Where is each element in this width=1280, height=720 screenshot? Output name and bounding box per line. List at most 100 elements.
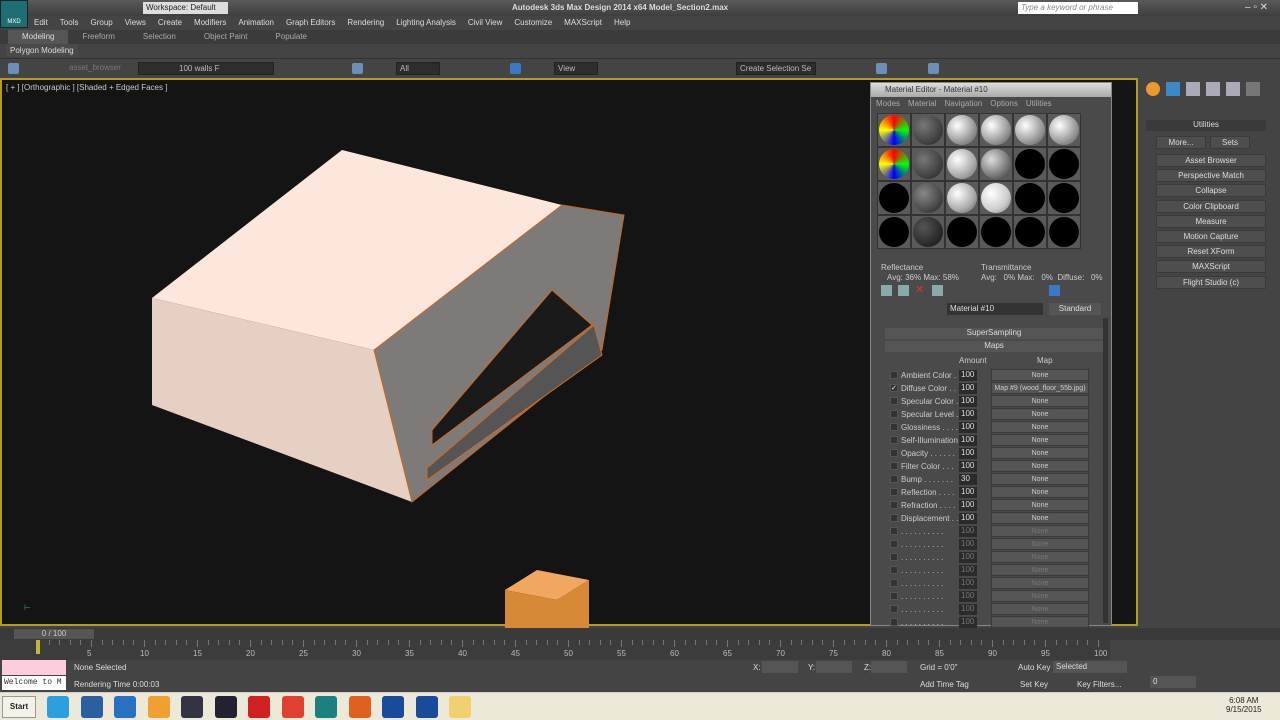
material-type-button[interactable]: Standard <box>1049 303 1101 315</box>
map-slot-button[interactable]: None <box>991 395 1089 407</box>
polygon-modeling-tab[interactable]: Polygon Modeling <box>6 44 78 57</box>
sets-button[interactable]: Sets <box>1210 136 1250 149</box>
hp-icon[interactable] <box>80 696 103 718</box>
supersampling-rollout[interactable]: SuperSampling <box>885 328 1103 339</box>
create-tab-icon[interactable] <box>1146 82 1160 96</box>
add-time-tag[interactable]: Add Time Tag <box>920 680 969 689</box>
sample-slot[interactable] <box>911 181 945 215</box>
time-slider-thumb[interactable]: 0 / 100 <box>14 629 94 639</box>
ribbon-tab-object-paint[interactable]: Object Paint <box>190 30 262 44</box>
clock[interactable]: 6:08 AM 9/15/2015 <box>1226 696 1262 714</box>
app-logo-button[interactable]: MXD <box>0 0 28 28</box>
ribbon-tab-freeform[interactable]: Freeform <box>68 30 128 44</box>
map-slot-button[interactable]: None <box>991 369 1089 381</box>
select-move-icon[interactable] <box>510 63 521 74</box>
sample-slot[interactable] <box>945 147 979 181</box>
map-enable-checkbox[interactable] <box>890 540 898 548</box>
map-enable-checkbox[interactable] <box>890 423 898 431</box>
show-map-icon[interactable] <box>1049 285 1060 296</box>
map-amount-spinner[interactable]: 100 <box>959 435 977 446</box>
map-enable-checkbox[interactable] <box>890 371 898 379</box>
search-input[interactable]: Type a keyword or phrase <box>1018 2 1138 14</box>
map-enable-checkbox[interactable] <box>890 618 898 626</box>
menu-views[interactable]: Views <box>119 16 152 30</box>
material-menu-options[interactable]: Options <box>990 99 1018 108</box>
sample-slot[interactable] <box>911 113 945 147</box>
map-slot-button[interactable]: None <box>991 564 1089 576</box>
file-explorer-icon[interactable] <box>449 696 471 718</box>
menu-maxscript[interactable]: MAXScript <box>558 16 608 30</box>
mudbox-icon[interactable] <box>181 696 203 718</box>
map-enable-checkbox[interactable] <box>890 410 898 418</box>
checkmark-app-icon[interactable] <box>114 696 136 718</box>
firefox-icon[interactable] <box>348 696 371 718</box>
sample-slot[interactable] <box>979 147 1013 181</box>
map-slot-button[interactable]: None <box>991 408 1089 420</box>
map-slot-button[interactable]: None <box>991 447 1089 459</box>
ribbon-tab-modeling[interactable]: Modeling <box>8 30 69 44</box>
layer-manager-icon[interactable] <box>876 63 887 74</box>
sample-slot[interactable] <box>979 113 1013 147</box>
map-enable-checkbox[interactable]: ✓ <box>890 384 898 392</box>
utility-reset-xform[interactable]: Reset XForm <box>1156 245 1266 259</box>
map-enable-checkbox[interactable] <box>890 579 898 587</box>
map-enable-checkbox[interactable] <box>890 527 898 535</box>
photoshop-icon[interactable] <box>382 696 404 718</box>
map-enable-checkbox[interactable] <box>890 605 898 613</box>
map-enable-checkbox[interactable] <box>890 449 898 457</box>
map-amount-spinner[interactable]: 100 <box>959 552 977 563</box>
chrome-icon[interactable] <box>281 696 304 718</box>
sample-slot[interactable] <box>1047 215 1081 249</box>
map-amount-spinner[interactable]: 100 <box>959 578 977 589</box>
material-menu-modes[interactable]: Modes <box>876 99 900 108</box>
sample-slot[interactable] <box>945 181 979 215</box>
map-amount-spinner[interactable]: 100 <box>959 409 977 420</box>
media-player-icon[interactable] <box>147 696 170 718</box>
map-slot-button[interactable]: None <box>991 538 1089 550</box>
map-slot-button[interactable]: None <box>991 499 1089 511</box>
reset-material-icon[interactable]: ✕ <box>915 285 926 296</box>
map-enable-checkbox[interactable] <box>890 475 898 483</box>
put-to-scene-icon[interactable] <box>898 285 909 296</box>
map-amount-spinner[interactable]: 100 <box>959 487 977 498</box>
sample-slot[interactable] <box>979 215 1013 249</box>
sample-slot[interactable] <box>1047 147 1081 181</box>
key-filters-button[interactable]: Key Filters... <box>1077 680 1121 689</box>
make-unique-icon[interactable] <box>932 285 943 296</box>
key-mode-dropdown[interactable]: Selected <box>1053 661 1127 673</box>
material-menu-utilities[interactable]: Utilities <box>1026 99 1052 108</box>
material-menu-navigation[interactable]: Navigation <box>944 99 982 108</box>
start-button[interactable]: Start <box>2 696 36 718</box>
material-editor-icon[interactable] <box>928 63 939 74</box>
map-enable-checkbox[interactable] <box>890 436 898 444</box>
sample-slot[interactable] <box>877 181 911 215</box>
selection-filter-dropdown[interactable]: All <box>396 62 440 75</box>
menu-tools[interactable]: Tools <box>54 16 85 30</box>
menu-edit[interactable]: Edit <box>28 16 54 30</box>
hierarchy-tab-icon[interactable] <box>1186 82 1200 96</box>
menu-animation[interactable]: Animation <box>232 16 280 30</box>
sample-slot[interactable] <box>1013 147 1047 181</box>
map-amount-spinner[interactable]: 100 <box>959 539 977 550</box>
material-name-field[interactable]: Material #10 <box>947 303 1043 315</box>
map-amount-spinner[interactable]: 100 <box>959 513 977 524</box>
ribbon-tab-selection[interactable]: Selection <box>129 30 190 44</box>
menu-graph-editors[interactable]: Graph Editors <box>280 16 341 30</box>
menu-customize[interactable]: Customize <box>508 16 558 30</box>
sample-slot[interactable] <box>1013 181 1047 215</box>
map-amount-spinner[interactable]: 100 <box>959 370 977 381</box>
utilities-rollout[interactable]: Utilities <box>1146 120 1266 131</box>
menu-modifiers[interactable]: Modifiers <box>188 16 232 30</box>
layer-dropdown[interactable]: 100 walls F <box>138 62 274 75</box>
map-slot-button[interactable]: Map #9 (wood_floor_55b.jpg) <box>991 382 1089 394</box>
autodesk-app-icon[interactable] <box>214 696 237 718</box>
photoshop-icon[interactable] <box>415 696 438 718</box>
map-amount-spinner[interactable]: 100 <box>959 617 977 628</box>
utility-maxscript[interactable]: MAXScript <box>1156 260 1266 274</box>
reference-coordinate-dropdown[interactable]: View <box>554 62 598 75</box>
utility-measure[interactable]: Measure <box>1156 214 1266 228</box>
map-amount-spinner[interactable]: 100 <box>959 383 977 394</box>
undo-icon[interactable] <box>8 63 19 74</box>
sample-slot[interactable] <box>877 113 911 147</box>
sample-slot[interactable] <box>1013 215 1047 249</box>
